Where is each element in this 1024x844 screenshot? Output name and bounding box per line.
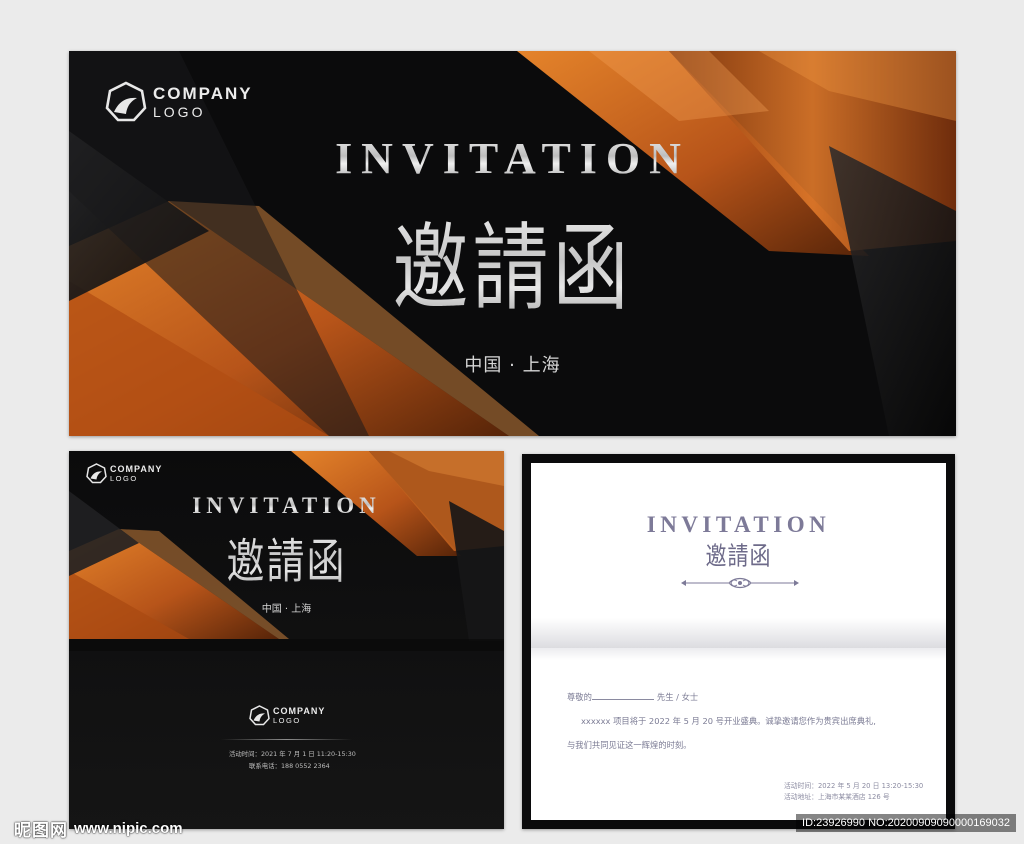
company-logo-back: COMPANY LOGO [249,705,325,726]
back-info: 活动时间：2021 年 7 月 1 日 11:20-15:30 联系电话：188… [229,748,356,772]
event-time: 活动时间：2022 年 5 月 20 日 13:20-15:30 [784,782,924,790]
watermark-url: www.nipic.com [74,820,183,837]
company-logo: COMPANY LOGO [105,81,253,123]
fold-shadow [531,618,946,648]
logo-line2: LOGO [110,473,138,483]
watermark-brand-name: 昵图网 [14,821,68,841]
logo-line1: COMPANY [153,83,253,103]
logo-line1: COMPANY [110,463,163,474]
ornament-divider-icon [681,577,799,589]
invitation-inner-page: INVITATION 邀請函 尊敬的 先生 / 女士 xxxxxx 项目将于 20… [522,454,955,829]
greeting-suffix: 先生 / 女士 [656,692,699,702]
event-details: 活动时间：2022 年 5 月 20 日 13:20-15:30 活动地址：上海… [784,781,923,803]
paragraph-1: xxxxxx 项目将于 2022 年 5 月 20 号开业盛典。诚挚邀请您作为贵… [581,716,876,726]
contact-phone: 联系电话：188 0552 2364 [249,762,330,770]
inner-paper: INVITATION 邀請函 尊敬的 先生 / 女士 xxxxxx 项目将于 20… [531,463,946,820]
invitation-body: 尊敬的 先生 / 女士 xxxxxx 项目将于 2022 年 5 月 20 号开业… [567,685,937,757]
title-english: INVITATION [69,493,504,519]
title-chinese: 邀請函 [69,523,504,592]
company-logo-icon [105,81,147,122]
back-divider [221,739,352,740]
watermark-id: ID:23926990 NO:20200909090000169032 [796,814,1016,832]
fold-highlight [531,648,946,660]
name-blank-field[interactable] [591,691,654,700]
logo-line1: COMPANY [273,705,326,716]
company-logo-front: COMPANY LOGO [86,463,162,484]
activity-time: 活动时间：2021 年 7 月 1 日 11:20-15:30 [229,750,356,758]
title-chinese: 邀請函 [69,191,956,329]
greeting-prefix: 尊敬的 [567,692,592,702]
paragraph-2: 与我们共同见证这一辉煌的时刻。 [567,740,692,750]
location-text: 中国 · 上海 [464,355,561,376]
company-logo-icon [86,463,107,484]
watermark-brand: 昵图网 www.nipic.com [14,816,183,841]
greeting-line: 尊敬的 先生 / 女士 [567,685,937,709]
inner-title-chinese: 邀請函 [705,541,772,571]
logo-line2: LOGO [153,104,206,121]
event-address: 活动地址：上海市某某酒店 126 号 [784,793,890,801]
title-english: INVITATION [69,133,956,184]
invitation-cover-small: COMPANY LOGO INVITATION 邀請函 中国 · 上海 COMP… [69,451,504,829]
location-text: 中国 · 上海 [261,604,312,615]
company-logo-icon [249,705,270,726]
inner-title-english: INVITATION [646,512,831,537]
invitation-cover-large: COMPANY LOGO INVITATION 邀請函 中国 · 上海 [69,51,956,436]
logo-line2: LOGO [273,715,301,725]
